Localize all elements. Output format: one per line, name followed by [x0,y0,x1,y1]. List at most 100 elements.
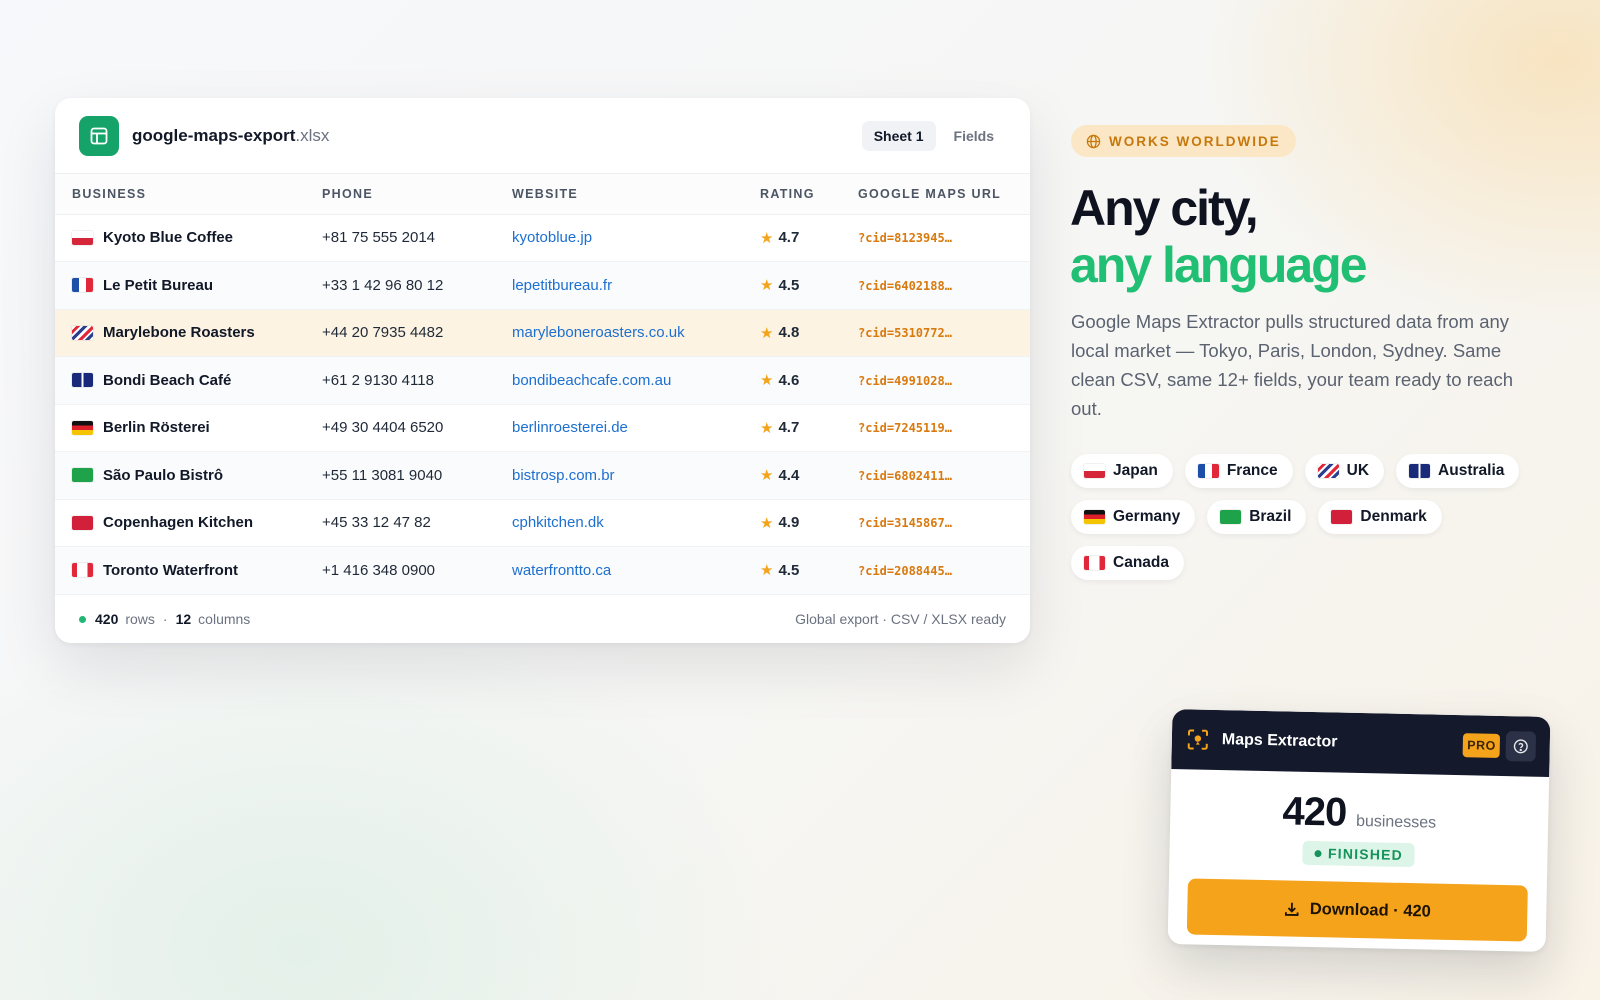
business-cell: Kyoto Blue Coffee [55,214,305,262]
flag-uk-icon [72,325,93,340]
business-table: BUSINESS PHONE WEBSITE RATING GOOGLE MAP… [55,174,1030,595]
rating-cell: ★ 4.4 [743,451,841,500]
flag-canada-icon [72,563,93,578]
headline-line-2: any language [1070,237,1368,293]
star-icon: ★ [760,467,774,485]
website-link[interactable]: cphkitchen.dk [512,514,604,531]
maps-url-cell: ?cid=5310772… [841,309,1030,357]
column-header-business[interactable]: BUSINESS [55,174,305,215]
flag-japan-icon [72,230,93,245]
popup-body: 420 businesses FINISHED Download · 420 [1168,769,1549,942]
country-chip-uk[interactable]: UK [1304,454,1385,488]
website-link[interactable]: kyotoblue.jp [512,229,592,246]
business-cell: Berlin Rösterei [55,404,305,452]
maps-url-cell: ?cid=6402188… [841,261,1030,310]
flag-australia-icon [1409,464,1431,478]
table-row[interactable]: Marylebone Roasters +44 20 7935 4482 maryl… [55,309,1030,357]
rating-cell: ★ 4.7 [743,214,841,262]
website-cell: lepetitbureau.fr [495,261,743,310]
column-header-google-maps-url[interactable]: GOOGLE MAPS URL [841,174,1030,215]
business-name: Bondi Beach Café [103,371,232,389]
rating-value: 4.5 [778,276,800,294]
website-link[interactable]: bistrosp.com.br [512,467,615,484]
rating-cell: ★ 4.9 [743,499,841,547]
country-chip-denmark[interactable]: Denmark [1318,500,1442,534]
website-link[interactable]: maryleboneroasters.co.uk [512,324,685,341]
maps-url-link[interactable]: ?cid=8123945… [858,231,952,245]
maps-url-cell: ?cid=3145867… [841,499,1030,547]
flag-japan-icon [1084,464,1105,478]
maps-url-link[interactable]: ?cid=3145867… [858,516,952,530]
export-formats-note: Global export · CSV / XLSX ready [795,611,1006,627]
table-row[interactable]: São Paulo Bistrô +55 11 3081 9040 bistrosp… [55,451,1030,500]
flag-germany-icon [1084,510,1105,524]
table-row[interactable]: Le Petit Bureau +33 1 42 96 80 12 lepetitb… [55,261,1030,310]
tab-sheet-1[interactable]: Sheet 1 [861,120,936,151]
country-chip-japan[interactable]: Japan [1071,454,1173,488]
file-extension: .xlsx [295,125,330,145]
map-pin-scan-icon [1187,729,1209,750]
column-header-website[interactable]: WEBSITE [495,174,743,215]
table-row[interactable]: Bondi Beach Café +61 2 9130 4118 bondibeac… [55,356,1030,405]
website-link[interactable]: waterfrontto.ca [512,562,611,579]
country-label: Germany [1113,508,1181,525]
maps-url-link[interactable]: ?cid=7245119… [858,421,952,435]
flag-australia-icon [72,373,93,388]
maps-url-link[interactable]: ?cid=2088445… [858,564,952,578]
table-row[interactable]: Copenhagen Kitchen +45 33 12 47 82 cphkitc… [55,499,1030,547]
row-count: 420 [95,611,119,627]
table-row[interactable]: Berlin Rösterei +49 30 4404 6520 berlinroe… [55,404,1030,452]
file-name: google-maps-export [132,125,296,145]
status-dot [1313,849,1322,857]
table-row[interactable]: Kyoto Blue Coffee +81 75 555 2014 kyotoblu… [55,214,1030,262]
sheet-tabs: Sheet 1 Fields [861,120,1006,151]
rating-cell: ★ 4.8 [743,309,841,357]
maps-url-link[interactable]: ?cid=6802411… [858,469,952,483]
footer-separator: · [162,611,168,627]
country-chip-australia[interactable]: Australia [1396,454,1520,488]
country-label: UK [1346,462,1370,479]
business-count: 420 [1282,789,1347,835]
country-chip-germany[interactable]: Germany [1071,500,1196,534]
phone-cell: +33 1 42 96 80 12 [305,261,495,310]
country-chip-france[interactable]: France [1184,454,1293,488]
phone-cell: +49 30 4404 6520 [305,404,495,452]
website-link[interactable]: berlinroesterei.de [512,419,628,436]
country-label: Canada [1113,554,1169,571]
rating-cell: ★ 4.5 [743,261,841,310]
flag-uk-icon [1317,464,1339,478]
column-header-phone[interactable]: PHONE [305,174,495,215]
column-header-rating[interactable]: RATING [743,174,841,215]
website-link[interactable]: lepetitbureau.fr [512,277,612,294]
maps-url-cell: ?cid=8123945… [841,214,1030,262]
download-button[interactable]: Download · 420 [1186,878,1528,942]
table-row[interactable]: Toronto Waterfront +1 416 348 0900 waterfr… [55,546,1030,595]
country-chip-brazil[interactable]: Brazil [1207,500,1307,534]
flag-france-icon [72,278,93,293]
maps-url-cell: ?cid=6802411… [841,451,1030,500]
rating-value: 4.6 [778,371,800,389]
help-circle-icon [1513,739,1528,754]
maps-url-link[interactable]: ?cid=6402188… [858,279,952,293]
star-icon: ★ [760,562,774,580]
flag-brazil-icon [1220,510,1242,524]
website-link[interactable]: bondibeachcafe.com.au [512,372,671,389]
tab-fields[interactable]: Fields [942,121,1006,151]
rating-cell: ★ 4.5 [743,546,841,595]
country-chip-canada[interactable]: Canada [1071,546,1184,580]
maps-url-link[interactable]: ?cid=5310772… [858,326,952,340]
badge-label: WORKS WORLDWIDE [1109,133,1281,149]
website-cell: maryleboneroasters.co.uk [495,309,743,357]
website-cell: bondibeachcafe.com.au [495,356,743,405]
country-label: Brazil [1249,508,1292,525]
sheet-header: google-maps-export .xlsx Sheet 1 Fields [55,98,1030,174]
phone-cell: +1 416 348 0900 [305,546,495,595]
phone-cell: +61 2 9130 4118 [305,356,495,405]
help-button[interactable] [1505,731,1537,762]
rating-value: 4.9 [778,514,800,532]
rating-value: 4.7 [778,229,800,247]
hero-description: Google Maps Extractor pulls structured d… [1071,311,1514,419]
flag-germany-icon [72,420,93,435]
flag-canada-icon [1084,556,1105,570]
maps-url-link[interactable]: ?cid=4991028… [858,374,952,388]
